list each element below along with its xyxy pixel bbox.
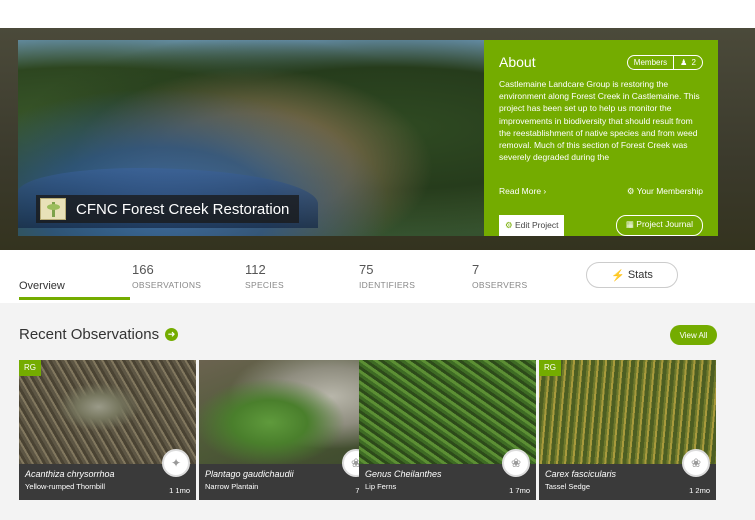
lightning-icon: ⚡ — [611, 269, 625, 282]
about-panel: About Members ♟ 2 Castlemaine Landcare G… — [484, 40, 718, 236]
about-heading: About — [499, 54, 536, 70]
common-name: Yellow-rumped Thornbill — [25, 482, 106, 491]
plant-icon: ❀ — [682, 449, 710, 477]
observation-photo[interactable] — [359, 360, 536, 464]
stat-species[interactable]: 112 SPECIES — [245, 262, 284, 290]
project-title[interactable]: CFNC Forest Creek Restoration — [76, 201, 289, 218]
observation-card[interactable]: Plantago gaudichaudii Narrow Plantain 7m… — [199, 360, 376, 500]
person-icon: ♟ — [680, 57, 688, 67]
members-label: Members — [633, 57, 668, 67]
research-grade-badge: RG — [539, 360, 561, 376]
read-more-link[interactable]: Read More › — [499, 186, 546, 197]
bird-icon: ✦ — [162, 449, 190, 477]
members-pill[interactable]: Members ♟ 2 — [626, 54, 703, 70]
your-membership-link[interactable]: ⚙ Your Membership — [627, 186, 703, 197]
observation-photo[interactable] — [19, 360, 196, 464]
gear-icon: ⚙ — [626, 186, 635, 196]
common-name: Narrow Plantain — [205, 482, 259, 491]
project-title-plate: CFNC Forest Creek Restoration — [36, 195, 300, 223]
tab-overview[interactable]: Overview — [19, 280, 65, 292]
observation-meta: 1 2mo — [689, 486, 710, 495]
project-icon — [40, 198, 66, 220]
stats-bar: Overview 166 OBSERVATIONS 112 SPECIES 75… — [0, 250, 755, 302]
observation-meta: 1 7mo — [509, 486, 530, 495]
observation-card[interactable]: RG Acanthiza chrysorrhoa Yellow-rumped T… — [19, 360, 196, 500]
view-all-button[interactable]: View All — [670, 325, 717, 345]
observation-photo[interactable] — [539, 360, 716, 464]
plant-icon: ❀ — [502, 449, 530, 477]
arrow-right-icon[interactable]: ➜ — [165, 328, 179, 341]
observation-photo[interactable] — [199, 360, 376, 464]
recent-observations-heading[interactable]: Recent Observations ➜ — [19, 326, 179, 343]
gear-icon: ⚙ — [505, 220, 513, 230]
edit-project-button[interactable]: ⚙ Edit Project — [499, 215, 565, 236]
common-name: Lip Ferns — [365, 482, 397, 491]
observation-card[interactable]: Genus Cheilanthes Lip Ferns 1 7mo ❀ — [359, 360, 536, 500]
members-count: ♟ 2 — [673, 55, 702, 69]
observation-meta: 1 1mo — [169, 486, 190, 495]
about-description: Castlemaine Landcare Group is restoring … — [499, 79, 700, 163]
common-name: Tassel Sedge — [545, 482, 591, 491]
research-grade-badge: RG — [19, 360, 41, 376]
recent-observations-section: Recent Observations ➜ View All RG Acanth… — [0, 303, 755, 520]
tab-active-indicator — [19, 297, 130, 300]
journal-icon: ▦ — [625, 219, 634, 229]
stat-observers[interactable]: 7 OBSERVERS — [472, 262, 527, 290]
stat-observations[interactable]: 166 OBSERVATIONS — [132, 262, 201, 290]
project-journal-button[interactable]: ▦ Project Journal — [615, 215, 703, 236]
stats-button[interactable]: ⚡ Stats — [586, 262, 678, 288]
observation-card[interactable]: RG Carex fascicularis Tassel Sedge 1 2mo… — [539, 360, 716, 500]
stat-identifiers[interactable]: 75 IDENTIFIERS — [359, 262, 415, 290]
